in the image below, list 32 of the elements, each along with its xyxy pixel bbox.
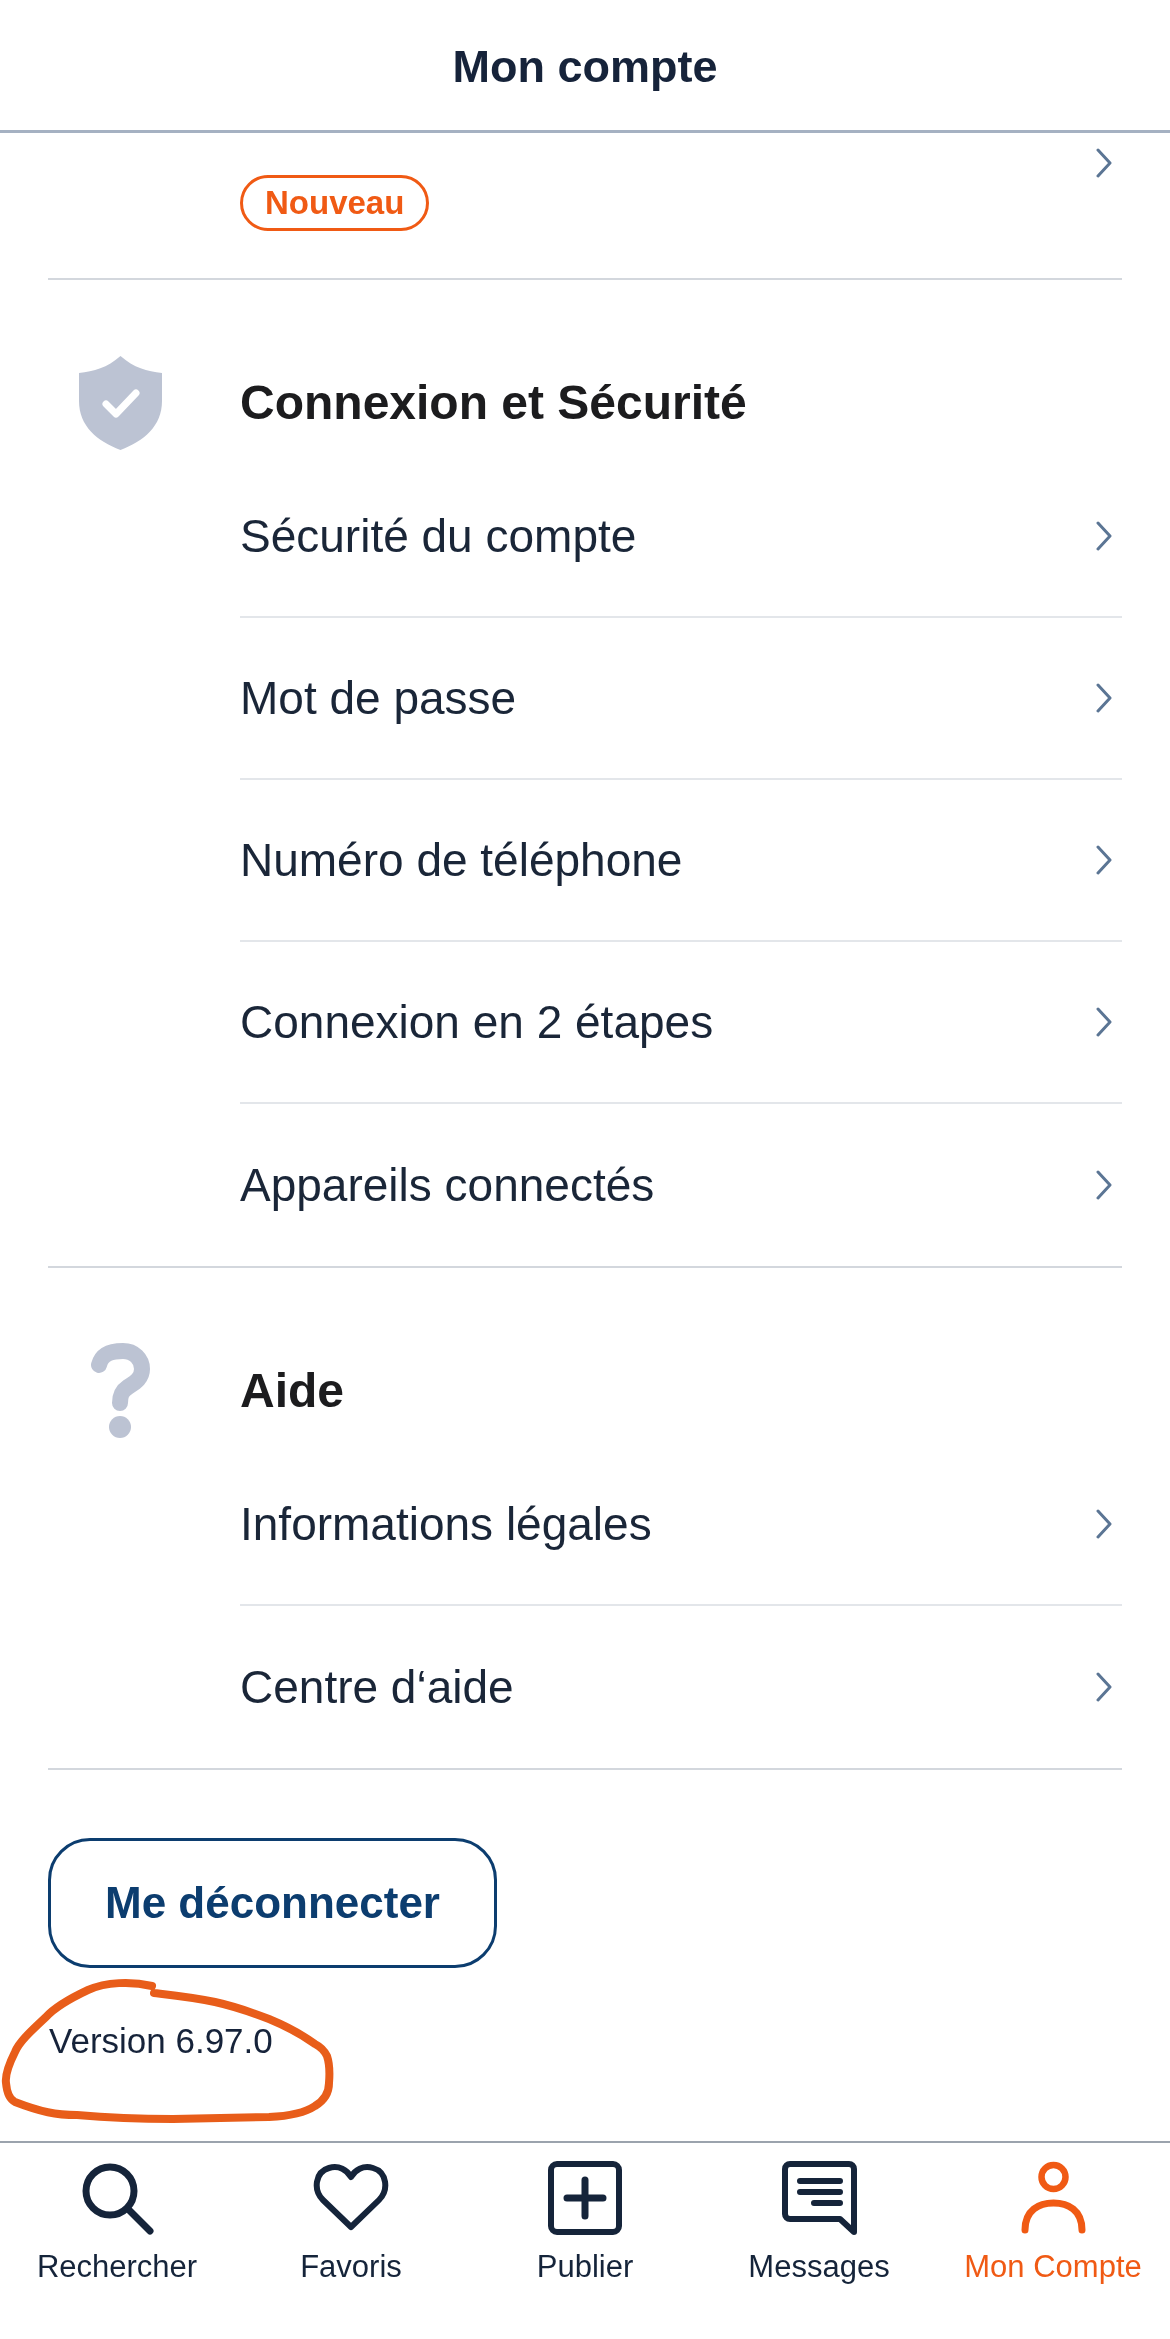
chevron-right-icon	[1096, 1007, 1112, 1037]
section-heading: Connexion et Sécurité	[240, 375, 747, 431]
tab-bar-item[interactable]: Rechercher	[0, 2143, 234, 2339]
chevron-right-icon	[1096, 148, 1112, 178]
shield-check-icon	[78, 356, 162, 450]
heart-icon	[313, 2164, 389, 2232]
chevron-right-icon	[1096, 845, 1112, 875]
chevron-right-icon	[1096, 1170, 1112, 1200]
tab-bar-item[interactable]: Messages	[702, 2143, 936, 2339]
chevron-right-icon	[1096, 1672, 1112, 1702]
menu-item[interactable]: Sécurité du compte	[240, 456, 1122, 618]
plus-square-icon	[548, 2161, 622, 2235]
chevron-right-icon	[1096, 521, 1112, 551]
question-mark-icon	[89, 1343, 151, 1439]
menu-item[interactable]: Appareils connectés	[240, 1104, 1122, 1266]
page-title: Mon compte	[452, 41, 718, 93]
message-icon	[781, 2161, 857, 2235]
menu-item[interactable]: Centre d‘aide	[240, 1606, 1122, 1768]
tab-bar-item[interactable]: Favoris	[234, 2143, 468, 2339]
menu-item[interactable]: Connexion en 2 étapes	[240, 942, 1122, 1104]
chevron-right-icon	[1096, 683, 1112, 713]
search-icon	[80, 2161, 154, 2235]
menu-item[interactable]: Informations légales	[240, 1444, 1122, 1606]
chevron-right-icon	[1096, 1509, 1112, 1539]
logout-button[interactable]: Me déconnecter	[48, 1838, 497, 1968]
menu-item[interactable]: Numéro de téléphone	[240, 780, 1122, 942]
user-icon	[1020, 2161, 1086, 2235]
menu-item[interactable]: Mot de passe	[240, 618, 1122, 780]
new-tag: Nouveau	[240, 175, 430, 231]
version-text: Version 6.97.0	[49, 2021, 273, 2061]
section-heading: Aide	[240, 1363, 344, 1419]
tab-bar-item[interactable]: Publier	[468, 2143, 702, 2339]
